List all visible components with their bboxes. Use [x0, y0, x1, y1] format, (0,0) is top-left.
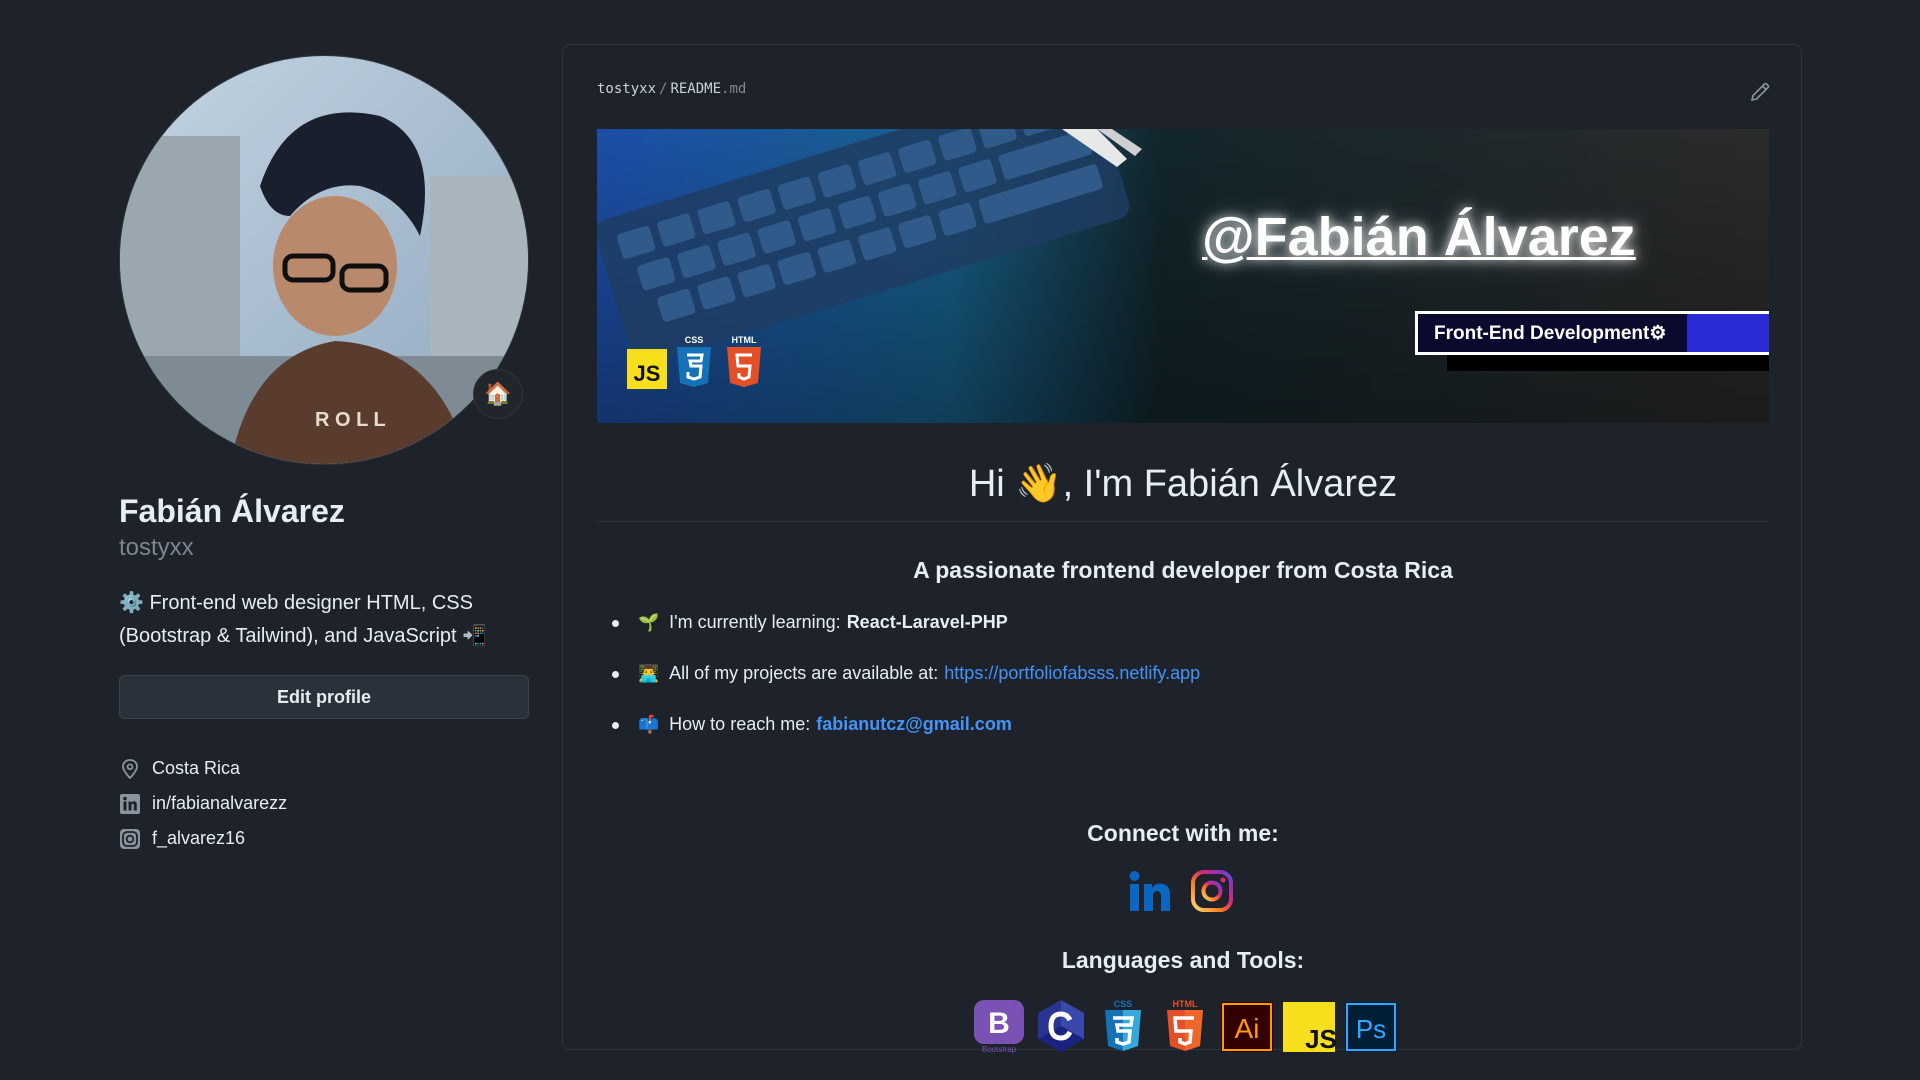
banner-html-label: HTML: [732, 335, 757, 345]
greeting-divider: [597, 521, 1769, 522]
illustrator-label: Ai: [1235, 1013, 1260, 1044]
javascript-icon[interactable]: JS: [1281, 998, 1337, 1054]
svg-text:R O L L: R O L L: [315, 409, 386, 431]
photoshop-label: Ps: [1356, 1014, 1386, 1044]
edit-pencil-icon[interactable]: [1749, 81, 1771, 103]
email-link[interactable]: fabianutcz@gmail.com: [816, 714, 1012, 735]
edit-profile-button[interactable]: Edit profile: [119, 675, 529, 719]
phone-icon: 📲: [462, 625, 488, 647]
status-emoji-button[interactable]: 🏠: [473, 369, 523, 419]
profile-username: tostyxx: [119, 534, 194, 561]
banner-subtitle: Front-End Development⚙: [1415, 311, 1769, 355]
bootstrap-icon[interactable]: B Bootstrap: [971, 998, 1027, 1054]
breadcrumb-separator: /: [659, 81, 668, 97]
tools-list: B Bootstrap CSS HTML Ai JS Ps: [971, 998, 1399, 1054]
portfolio-link[interactable]: https://portfoliofabsss.netlify.app: [944, 663, 1200, 684]
readme-subtitle: A passionate frontend developer from Cos…: [913, 557, 1453, 583]
avatar-container: R O L L 🏠: [119, 55, 529, 465]
bootstrap-label: Bootstrap: [982, 1045, 1017, 1054]
instagram-item[interactable]: f_alvarez16: [119, 821, 529, 856]
html-label: HTML: [1173, 999, 1198, 1009]
readme-facts-list: 🌱 I'm currently learning: React-Laravel-…: [597, 597, 1769, 750]
banner-js-badge: JS: [634, 361, 661, 386]
banner-css-label: CSS: [685, 335, 704, 345]
css3-icon[interactable]: CSS: [1095, 998, 1151, 1054]
social-links: [1128, 869, 1234, 918]
banner-name: @Fabián Álvarez: [1202, 207, 1636, 267]
readme-card: tostyxx / README.md JS CSS HTML @Fabián …: [562, 44, 1802, 1054]
photoshop-icon[interactable]: Ps: [1343, 998, 1399, 1054]
svg-text:B: B: [988, 1007, 1010, 1040]
profile-details: Costa Rica in/fabianalvarezz f_alvarez16: [119, 751, 529, 856]
linkedin-small-icon: [119, 793, 141, 815]
developer-icon: 👨‍💻: [638, 663, 660, 683]
profile-bio: ⚙️ Front-end web designer HTML, CSS (Boo…: [119, 587, 529, 653]
breadcrumb-repo[interactable]: tostyxx: [597, 81, 656, 97]
tools-title: Languages and Tools:: [1061, 947, 1305, 973]
profile-fullname: Fabián Álvarez: [119, 493, 345, 529]
illustrator-icon[interactable]: Ai: [1219, 998, 1275, 1054]
house-icon: 🏠: [484, 381, 512, 406]
list-item: 📫 How to reach me: fabianutcz@gmail.com: [597, 699, 1769, 750]
mailbox-icon: 📫: [638, 714, 660, 734]
fact-text: How to reach me:: [669, 714, 811, 734]
breadcrumb-file[interactable]: README: [670, 81, 721, 97]
location-item: Costa Rica: [119, 751, 529, 786]
banner-subtitle-shadow: [1447, 355, 1769, 371]
breadcrumb-ext: .md: [721, 81, 747, 97]
fact-text: I'm currently learning:: [669, 612, 841, 632]
location-text: Costa Rica: [152, 758, 241, 778]
instagram-icon[interactable]: [1190, 869, 1234, 918]
instagram-small-icon: [119, 828, 141, 850]
readme-banner: JS CSS HTML @Fabián Álvarez Front-End De…: [597, 129, 1769, 423]
bio-text: Front-end web designer HTML, CSS (Bootst…: [119, 592, 473, 647]
c-icon[interactable]: [1033, 998, 1089, 1054]
profile-sidebar: R O L L 🏠 Fabián Álvarez tostyxx ⚙️ Fron…: [119, 55, 529, 856]
readme-greeting: Hi 👋, I'm Fabián Álvarez: [968, 463, 1398, 505]
linkedin-icon[interactable]: [1128, 869, 1172, 918]
fact-strong: React-Laravel-PHP: [846, 612, 1008, 632]
readme-breadcrumb: tostyxx / README.md: [597, 81, 746, 97]
html5-icon[interactable]: HTML: [1157, 998, 1213, 1054]
connect-title: Connect with me:: [1087, 820, 1279, 846]
seedling-icon: 🌱: [638, 612, 660, 632]
banner-background: JS CSS HTML: [597, 129, 1769, 423]
location-icon: [119, 758, 141, 780]
css-label: CSS: [1114, 999, 1133, 1009]
avatar[interactable]: R O L L: [119, 55, 529, 465]
list-item: 🌱 I'm currently learning: React-Laravel-…: [597, 597, 1769, 648]
gear-icon: ⚙️: [119, 592, 144, 614]
avatar-photo: R O L L: [120, 56, 528, 464]
banner-subtitle-text: Front-End Development⚙: [1434, 322, 1667, 344]
list-item: 👨‍💻 All of my projects are available at:…: [597, 648, 1769, 699]
javascript-label: JS: [1305, 1024, 1337, 1054]
linkedin-item[interactable]: in/fabianalvarezz: [119, 786, 529, 821]
instagram-link[interactable]: f_alvarez16: [152, 828, 245, 849]
linkedin-link[interactable]: in/fabianalvarezz: [152, 793, 287, 814]
fact-text: All of my projects are available at:: [669, 663, 939, 683]
